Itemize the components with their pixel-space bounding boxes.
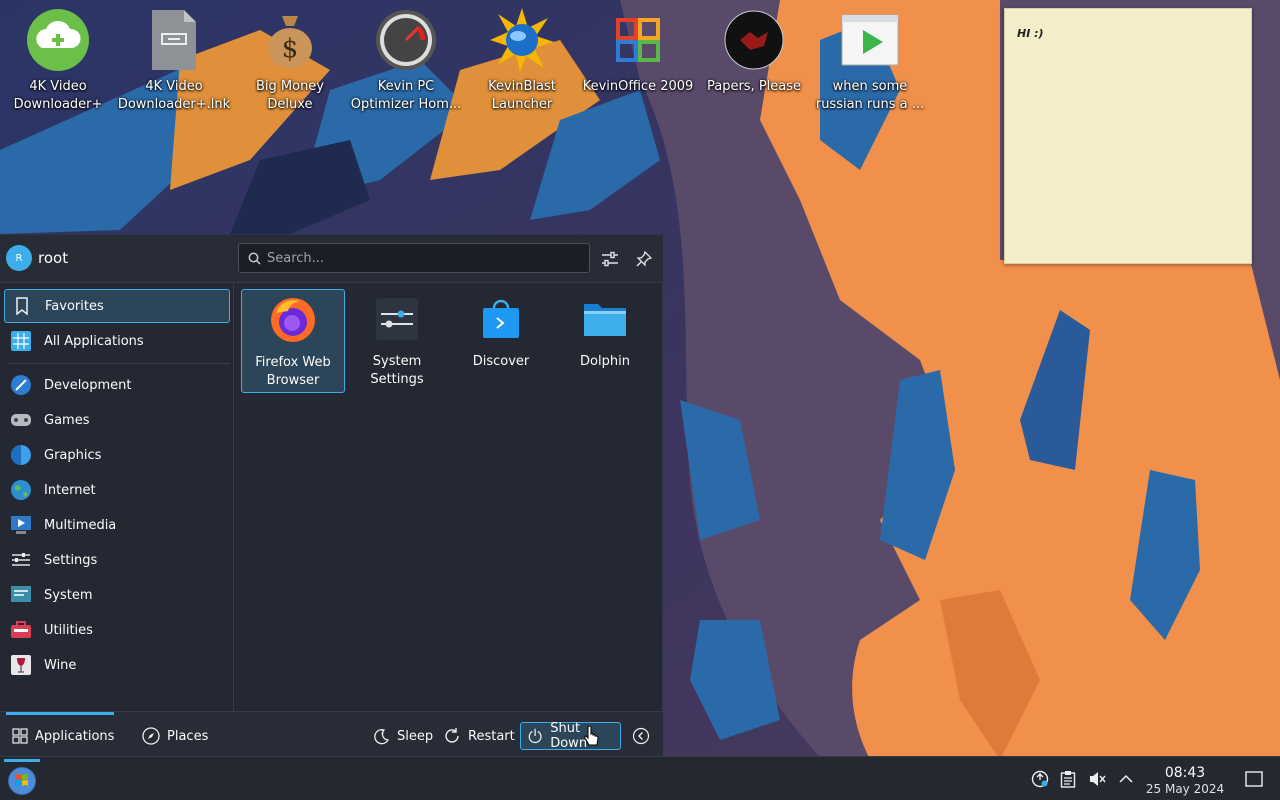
digital-clock[interactable]: 08:43 25 May 2024	[1140, 765, 1230, 797]
volume-muted-icon	[1090, 772, 1106, 786]
globe-burst-icon	[490, 8, 554, 72]
search-box[interactable]	[238, 243, 590, 273]
tab-applications[interactable]: Applications	[6, 722, 120, 750]
user-avatar[interactable]: R	[6, 245, 32, 271]
start-button[interactable]	[4, 759, 40, 799]
desktop-icon-kevinoffice-2009[interactable]: KevinOffice 2009	[582, 8, 694, 96]
pin-button[interactable]	[632, 247, 656, 271]
category-internet[interactable]: Internet	[4, 473, 230, 507]
category-games[interactable]: Games	[4, 403, 230, 437]
multimedia-icon	[10, 514, 32, 536]
wine-icon	[10, 654, 32, 676]
pin-icon	[636, 251, 652, 267]
bookmark-icon	[11, 295, 33, 317]
app-system-settings[interactable]: System Settings	[345, 289, 449, 393]
chevron-up-icon	[1119, 774, 1133, 783]
svg-text:z: z	[381, 729, 384, 736]
category-graphics[interactable]: Graphics	[4, 438, 230, 472]
mouse-cursor	[584, 726, 599, 746]
globe-icon	[10, 479, 32, 501]
utilities-icon	[10, 619, 32, 641]
category-utilities[interactable]: Utilities	[4, 613, 230, 647]
office-icon	[606, 8, 670, 72]
gamepad-icon	[10, 409, 32, 431]
desktop-icon-russian-video[interactable]: when some russian runs a ...	[814, 8, 926, 114]
category-favorites[interactable]: Favorites	[4, 289, 230, 323]
tray-updates[interactable]	[1030, 769, 1050, 789]
category-settings[interactable]: Settings	[4, 543, 230, 577]
launcher-header: R root	[0, 235, 663, 283]
money-bag-icon: $	[258, 8, 322, 72]
sleep-icon: z	[374, 729, 390, 745]
category-development[interactable]: Development	[4, 368, 230, 402]
papers-please-icon	[722, 8, 786, 72]
tray-clipboard[interactable]	[1058, 769, 1078, 789]
4k-downloader-icon	[26, 8, 90, 72]
shutdown-button[interactable]: Shut Down	[520, 721, 621, 751]
clock-date: 25 May 2024	[1145, 782, 1225, 796]
desktop-icon-kevinblast-launcher[interactable]: KevinBlast Launcher	[466, 8, 578, 114]
desktop-icon-papers-please[interactable]: Papers, Please	[698, 8, 810, 96]
settings-icon	[10, 549, 32, 571]
category-system[interactable]: System	[4, 578, 230, 612]
desktop-icon-4k-video-downloader[interactable]: 4K Video Downloader+	[2, 8, 114, 114]
active-tab-indicator	[6, 712, 114, 715]
favorites-grid: Firefox Web Browser System Settings Disc…	[234, 283, 663, 711]
configure-button[interactable]	[598, 247, 622, 271]
video-file-icon	[838, 8, 902, 72]
restart-button[interactable]: Restart	[437, 722, 521, 750]
restart-icon	[445, 728, 459, 743]
app-dolphin[interactable]: Dolphin	[553, 289, 657, 393]
sleep-button[interactable]: z Sleep	[366, 722, 439, 750]
app-discover[interactable]: Discover	[449, 289, 553, 393]
shortcut-file-icon	[142, 8, 206, 72]
system-settings-icon	[373, 295, 421, 343]
taskbar: 08:43 25 May 2024	[0, 756, 1280, 800]
app-firefox[interactable]: Firefox Web Browser	[241, 289, 345, 393]
clock-time: 08:43	[1164, 765, 1206, 781]
gauge-icon	[374, 8, 438, 72]
tray-expand[interactable]	[1116, 769, 1136, 789]
category-all-applications[interactable]: All Applications	[4, 324, 230, 358]
category-wine[interactable]: Wine	[4, 648, 230, 682]
username-label: root	[38, 249, 69, 267]
development-icon	[10, 374, 32, 396]
compass-icon	[142, 727, 160, 745]
search-input[interactable]	[267, 248, 577, 268]
more-session-options-button[interactable]	[628, 722, 661, 750]
sliders-icon	[602, 251, 618, 267]
launcher-footer: Applications Places z Sleep Restart Shut…	[0, 711, 663, 757]
desktop-icon-big-money-deluxe[interactable]: $ Big Money Deluxe	[234, 8, 346, 114]
sticky-note-widget[interactable]: HI :)	[1004, 8, 1252, 264]
application-launcher: R root Favorites All Applications Develo…	[0, 234, 663, 757]
desktop-icon-kevin-pc-optimizer[interactable]: Kevin PC Optimizer Hom...	[350, 8, 462, 114]
category-multimedia[interactable]: Multimedia	[4, 508, 230, 542]
clipboard-icon	[1060, 771, 1076, 788]
chevron-left-icon	[632, 727, 650, 745]
firefox-icon	[269, 296, 317, 344]
sticky-note-text[interactable]: HI :)	[1017, 27, 1044, 40]
graphics-icon	[10, 444, 32, 466]
category-separator	[8, 363, 230, 364]
update-notifier-icon	[1031, 770, 1049, 788]
grid-icon	[12, 728, 28, 744]
grid-icon	[10, 330, 32, 352]
tab-places[interactable]: Places	[136, 722, 214, 750]
windows-logo-icon	[8, 766, 36, 795]
search-icon	[248, 252, 261, 265]
desktop-icon-4k-video-downloader-lnk[interactable]: 4K Video Downloader+.lnk	[118, 8, 230, 114]
category-sidebar: Favorites All Applications Development G…	[0, 283, 234, 711]
show-desktop-icon	[1245, 771, 1263, 787]
power-icon	[528, 728, 542, 744]
tray-volume[interactable]	[1087, 769, 1107, 789]
show-desktop-button[interactable]	[1244, 769, 1264, 789]
folder-icon	[581, 295, 629, 343]
discover-icon	[477, 295, 525, 343]
svg-text:$: $	[282, 34, 299, 64]
system-icon	[10, 584, 32, 606]
